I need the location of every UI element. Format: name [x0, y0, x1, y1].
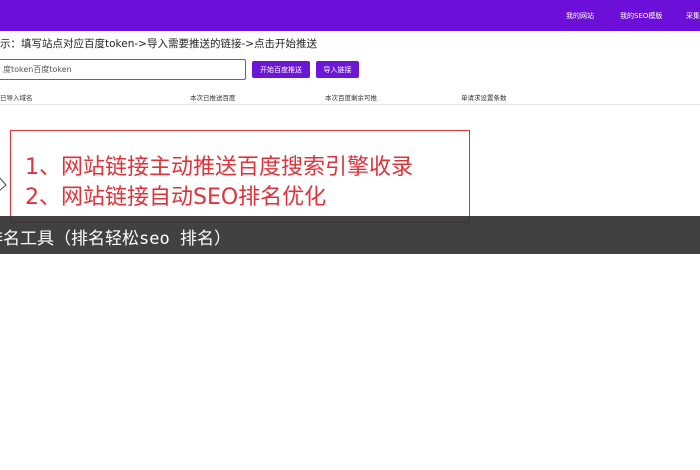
- nav-my-sites[interactable]: 我的网站: [566, 0, 594, 31]
- caption-banner: 排名工具（排名轻松seo 排名）: [0, 216, 700, 254]
- baidu-token-input[interactable]: [0, 59, 246, 80]
- pointer-mark-icon: [0, 177, 7, 191]
- column-header-batch-size: 单请求设置条数: [461, 94, 507, 102]
- column-header-remaining-count: 本次百度剩余可推: [325, 94, 377, 102]
- callout-line-2: 2、网站链接自动SEO排名优化: [25, 185, 327, 210]
- column-header-pushed-count: 本次已推送百度: [190, 94, 236, 102]
- instruction-hint: 示：填写站点对应百度token->导入需要推送的链接->点击开始推送: [0, 38, 318, 50]
- top-nav-bar: 我的网站 我的SEO模版 采集: [0, 0, 700, 31]
- callout-line-1: 1、网站链接主动推送百度搜索引擎收录: [25, 155, 413, 180]
- column-header-imported-domains: 已导入域名: [0, 94, 33, 102]
- start-baidu-push-button[interactable]: 开始百度推送: [252, 61, 310, 78]
- table-header: 已导入域名 本次已推送百度 本次百度剩余可推 单请求设置条数: [0, 88, 700, 105]
- feature-callout-box: 1、网站链接主动推送百度搜索引擎收录 2、网站链接自动SEO排名优化: [10, 130, 470, 223]
- nav-collect[interactable]: 采集: [686, 0, 700, 31]
- nav-my-seo-templates[interactable]: 我的SEO模版: [620, 0, 662, 31]
- caption-text: 排名工具（排名轻松seo 排名）: [0, 229, 231, 249]
- import-links-button[interactable]: 导入链接: [316, 61, 359, 78]
